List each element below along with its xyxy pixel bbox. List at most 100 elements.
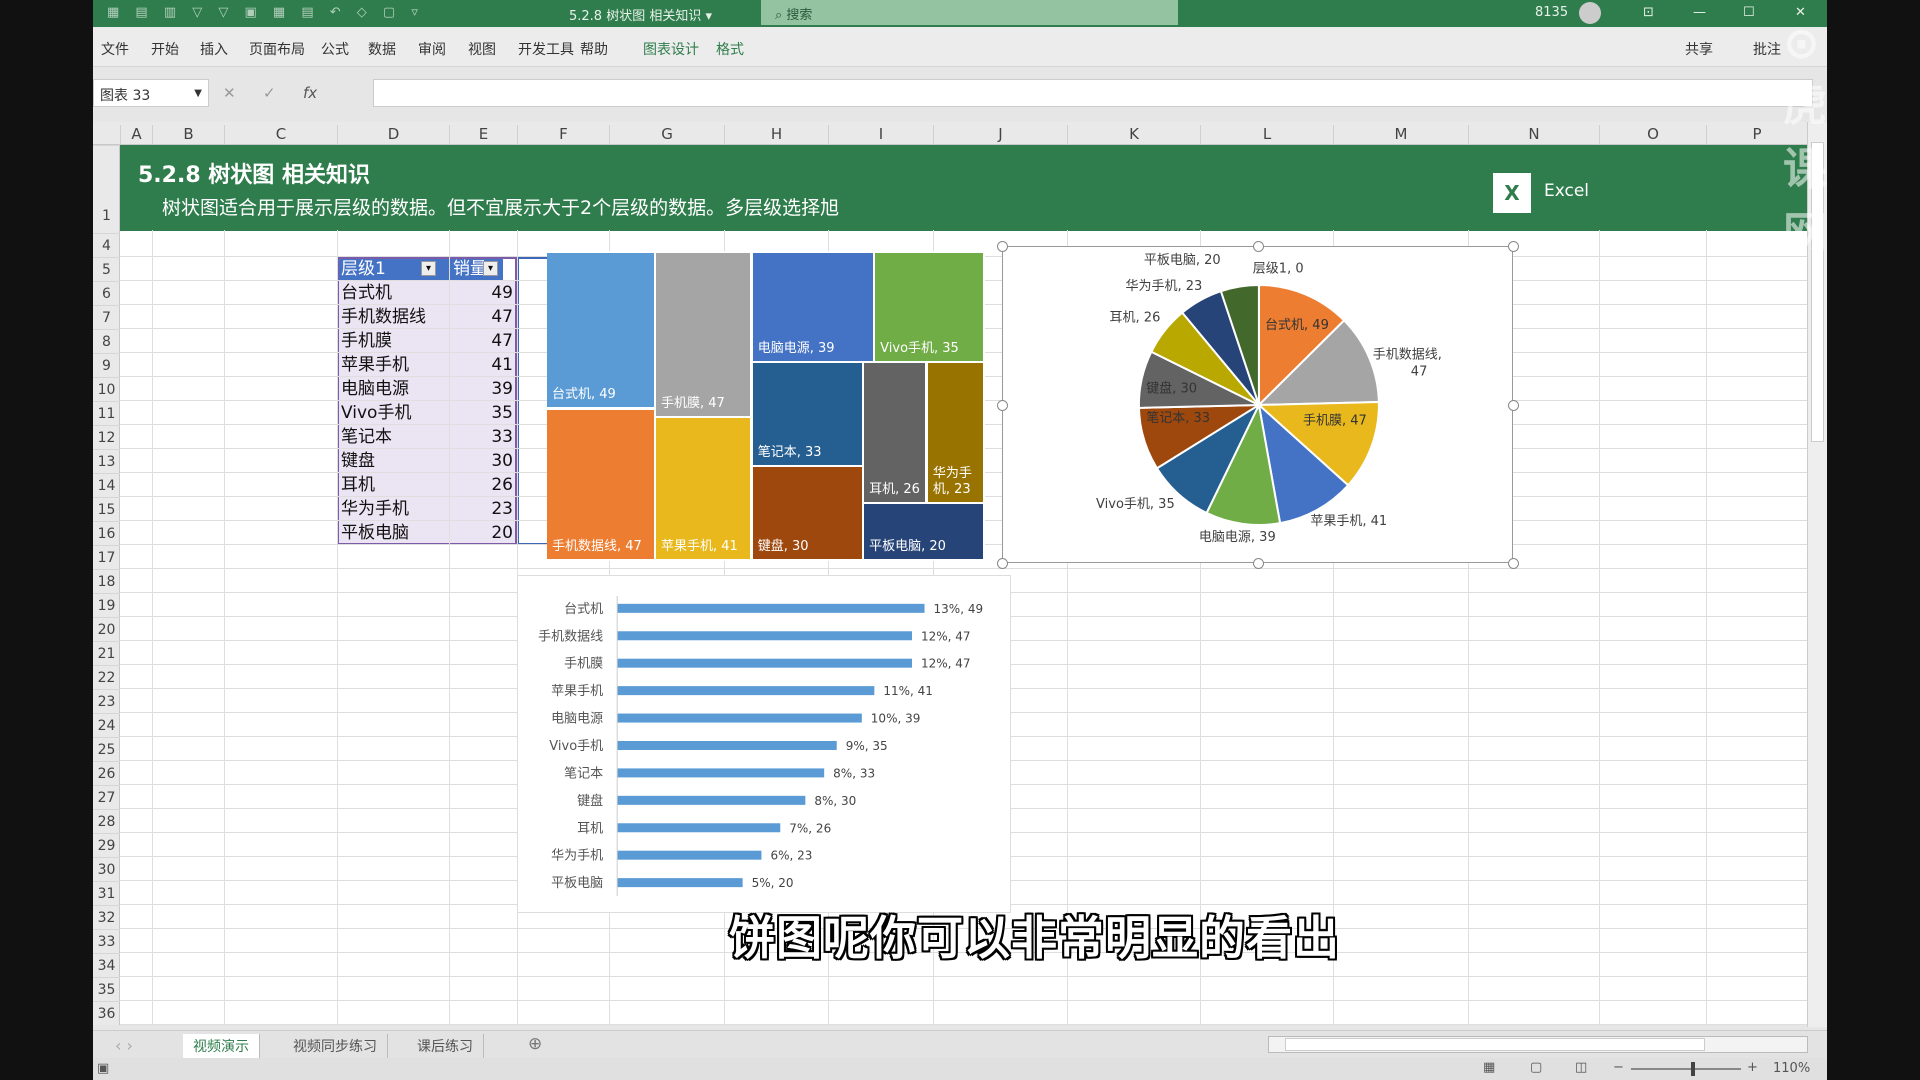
row-header[interactable]: 31 bbox=[93, 881, 120, 905]
treemap-tile[interactable]: 平板电脑, 20 bbox=[864, 504, 983, 560]
row-header[interactable]: 26 bbox=[93, 761, 120, 785]
bar[interactable] bbox=[617, 603, 925, 613]
column-header[interactable]: A bbox=[120, 125, 152, 145]
column-header[interactable]: D bbox=[337, 125, 449, 145]
bar[interactable] bbox=[617, 795, 806, 805]
column-header[interactable]: E bbox=[449, 125, 517, 145]
bar[interactable] bbox=[617, 658, 912, 668]
bar[interactable] bbox=[617, 713, 862, 723]
row-header[interactable]: 27 bbox=[93, 785, 120, 809]
share-button[interactable]: 共享 bbox=[1685, 39, 1713, 59]
insert-function-icon[interactable]: fx bbox=[303, 84, 317, 102]
row-header[interactable]: 6 bbox=[93, 281, 120, 305]
normal-view-icon[interactable]: ▦ bbox=[1483, 1060, 1495, 1075]
ribbon-tab[interactable]: 插入 bbox=[200, 39, 228, 59]
horizontal-scrollbar[interactable] bbox=[1268, 1036, 1808, 1053]
document-title[interactable]: 5.2.8 树状图 相关知识 ▾ bbox=[569, 5, 712, 24]
ribbon-tab[interactable]: 开发工具 bbox=[518, 39, 574, 59]
row-header[interactable]: 20 bbox=[93, 617, 120, 641]
scroll-thumb[interactable] bbox=[1285, 1038, 1705, 1051]
ribbon-tab[interactable]: 文件 bbox=[101, 39, 129, 59]
row-header[interactable]: 36 bbox=[93, 1001, 120, 1025]
zoom-level[interactable]: 110% bbox=[1773, 1061, 1810, 1076]
resize-handle[interactable] bbox=[1252, 241, 1264, 252]
row-header[interactable]: 24 bbox=[93, 713, 120, 737]
tab-scroll-arrows[interactable]: ‹ › bbox=[115, 1036, 133, 1055]
row-header[interactable]: 10 bbox=[93, 377, 120, 401]
quick-access-toolbar[interactable]: ▦ ▤ ▥ ▽ ▽ ▣ ▦ ▤ ↶ ◇ ▢ ▿ bbox=[107, 5, 424, 20]
column-header[interactable]: F bbox=[517, 125, 609, 145]
row-header[interactable]: 12 bbox=[93, 425, 120, 449]
zoom-slider-thumb[interactable] bbox=[1691, 1062, 1695, 1076]
row-header[interactable]: 32 bbox=[93, 905, 120, 929]
bar[interactable] bbox=[617, 850, 762, 860]
treemap-tile[interactable]: 手机膜, 47 bbox=[655, 253, 751, 416]
resize-handle[interactable] bbox=[997, 399, 1008, 411]
bar[interactable] bbox=[617, 740, 837, 750]
sheet-tab[interactable]: 视频演示 bbox=[183, 1034, 260, 1061]
row-header[interactable]: 25 bbox=[93, 737, 120, 761]
row-header[interactable]: 33 bbox=[93, 929, 120, 953]
row-header[interactable]: 9 bbox=[93, 353, 120, 377]
bar[interactable] bbox=[617, 631, 912, 641]
column-header[interactable]: O bbox=[1599, 125, 1706, 145]
row-header[interactable]: 17 bbox=[93, 545, 120, 569]
row-header[interactable]: 22 bbox=[93, 665, 120, 689]
column-header[interactable]: B bbox=[152, 125, 224, 145]
bar[interactable] bbox=[617, 686, 875, 696]
resize-handle[interactable] bbox=[1508, 558, 1519, 569]
column-header[interactable]: I bbox=[828, 125, 933, 145]
sheet-tab[interactable]: 视频同步练习 bbox=[283, 1034, 388, 1058]
treemap-tile[interactable]: 耳机, 26 bbox=[864, 363, 926, 502]
row-header[interactable]: 23 bbox=[93, 689, 120, 713]
bar-chart[interactable]: 台式机 13%, 49 手机数据线 12%, 47 手机膜 12%, 47 苹果手机 11%,… bbox=[517, 575, 1011, 913]
ribbon-tab[interactable]: 公式 bbox=[321, 39, 349, 59]
row-header[interactable]: 35 bbox=[93, 977, 120, 1001]
row-header[interactable]: 19 bbox=[93, 593, 120, 617]
column-header[interactable]: K bbox=[1067, 125, 1200, 145]
row-header[interactable]: 16 bbox=[93, 521, 120, 545]
maximize-button[interactable]: ☐ bbox=[1743, 5, 1755, 20]
ribbon-tab[interactable]: 图表设计 bbox=[643, 39, 699, 59]
treemap-tile[interactable]: 键盘, 30 bbox=[752, 467, 862, 560]
ribbon-tab[interactable]: 视图 bbox=[468, 39, 496, 59]
name-box[interactable]: 图表 33 ▼ bbox=[93, 79, 209, 107]
row-header[interactable]: 1 bbox=[93, 145, 120, 233]
ribbon-display-icon[interactable]: ⊡ bbox=[1643, 5, 1654, 20]
sheet-tab[interactable]: 课后练习 bbox=[407, 1034, 484, 1058]
search-box[interactable]: ⌕ 搜索 bbox=[761, 0, 1178, 25]
add-sheet-button[interactable]: ⊕ bbox=[528, 1034, 542, 1054]
treemap-tile[interactable]: 电脑电源, 39 bbox=[752, 253, 873, 361]
ribbon-tab[interactable]: 页面布局 bbox=[249, 39, 305, 59]
resize-handle[interactable] bbox=[1508, 241, 1519, 252]
column-header[interactable]: J bbox=[933, 125, 1067, 145]
row-header[interactable]: 14 bbox=[93, 473, 120, 497]
column-header[interactable]: C bbox=[224, 125, 337, 145]
avatar[interactable] bbox=[1579, 2, 1601, 24]
resize-handle[interactable] bbox=[1508, 399, 1519, 411]
column-header[interactable]: L bbox=[1200, 125, 1333, 145]
row-header[interactable]: 28 bbox=[93, 809, 120, 833]
row-header[interactable]: 8 bbox=[93, 329, 120, 353]
zoom-slider[interactable] bbox=[1631, 1062, 1741, 1076]
bar[interactable] bbox=[617, 878, 743, 888]
row-header[interactable]: 15 bbox=[93, 497, 120, 521]
chevron-down-icon[interactable]: ▼ bbox=[194, 88, 202, 99]
ribbon-tab[interactable]: 帮助 bbox=[580, 39, 608, 59]
formula-input[interactable] bbox=[373, 79, 1813, 107]
row-header[interactable]: 7 bbox=[93, 305, 120, 329]
row-header[interactable]: 4 bbox=[93, 233, 120, 257]
treemap-tile[interactable]: 手机数据线, 47 bbox=[547, 409, 654, 560]
column-header[interactable]: G bbox=[609, 125, 724, 145]
zoom-in-button[interactable]: + bbox=[1747, 1060, 1758, 1075]
cancel-icon[interactable]: ✕ bbox=[223, 84, 236, 102]
row-header[interactable]: 21 bbox=[93, 641, 120, 665]
row-header[interactable]: 34 bbox=[93, 953, 120, 977]
macro-record-icon[interactable]: ▣ bbox=[97, 1061, 109, 1076]
zoom-out-button[interactable]: − bbox=[1613, 1060, 1624, 1075]
confirm-icon[interactable]: ✓ bbox=[263, 84, 276, 102]
column-header[interactable]: N bbox=[1468, 125, 1599, 145]
row-header[interactable]: 5 bbox=[93, 257, 120, 281]
treemap-tile[interactable]: 苹果手机, 41 bbox=[655, 418, 751, 560]
page-layout-icon[interactable]: ▢ bbox=[1530, 1060, 1542, 1075]
